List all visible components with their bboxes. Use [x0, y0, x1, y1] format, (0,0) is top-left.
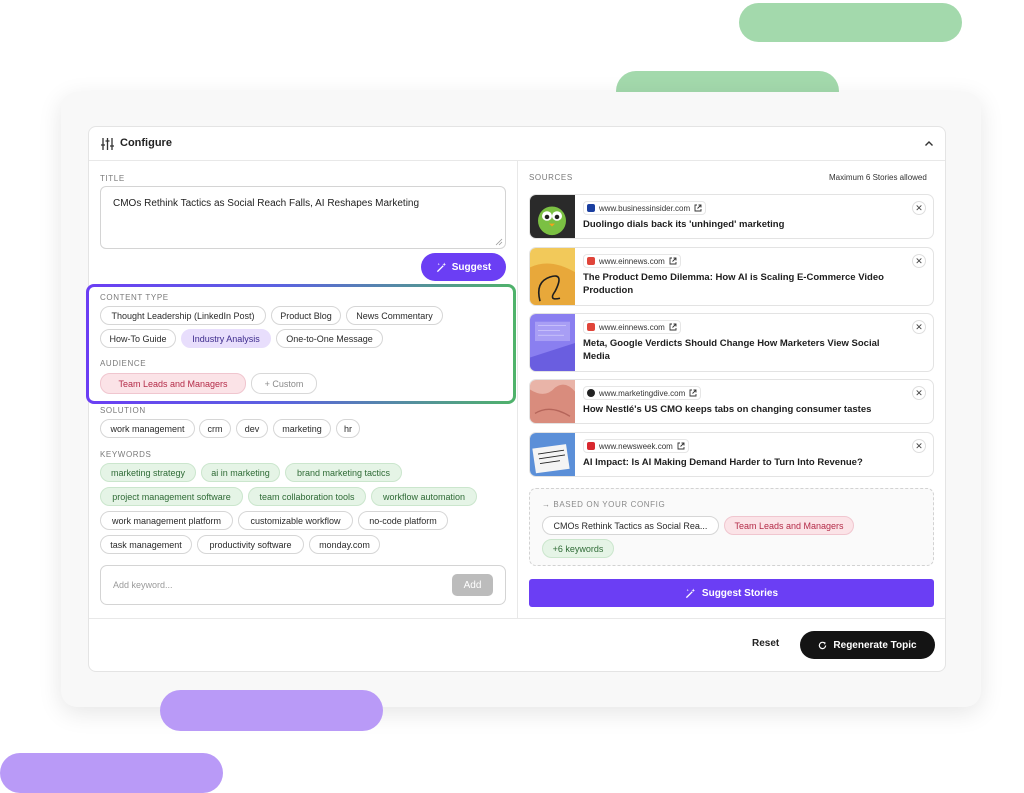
chevron-up-icon[interactable]	[924, 139, 934, 149]
suggest-label: Suggest	[451, 261, 492, 273]
decor-green-bar-top	[739, 3, 962, 42]
decor-purple-bar	[160, 690, 383, 731]
configure-header[interactable]: Configure	[89, 127, 945, 161]
sliders-icon	[101, 138, 114, 150]
column-divider	[517, 161, 518, 619]
content-audience-highlight	[86, 284, 516, 404]
title-value: CMOs Rethink Tactics as Social Reach Fal…	[113, 198, 420, 209]
configure-title: Configure	[120, 137, 172, 149]
magic-wand-icon	[436, 261, 446, 272]
suggest-title-button[interactable]: Suggest	[421, 253, 506, 281]
decor-purple-bar-bottom	[0, 753, 223, 793]
title-textarea[interactable]: CMOs Rethink Tactics as Social Reach Fal…	[100, 186, 506, 249]
title-label: TITLE	[100, 174, 125, 183]
resize-grip-icon[interactable]	[495, 238, 503, 246]
